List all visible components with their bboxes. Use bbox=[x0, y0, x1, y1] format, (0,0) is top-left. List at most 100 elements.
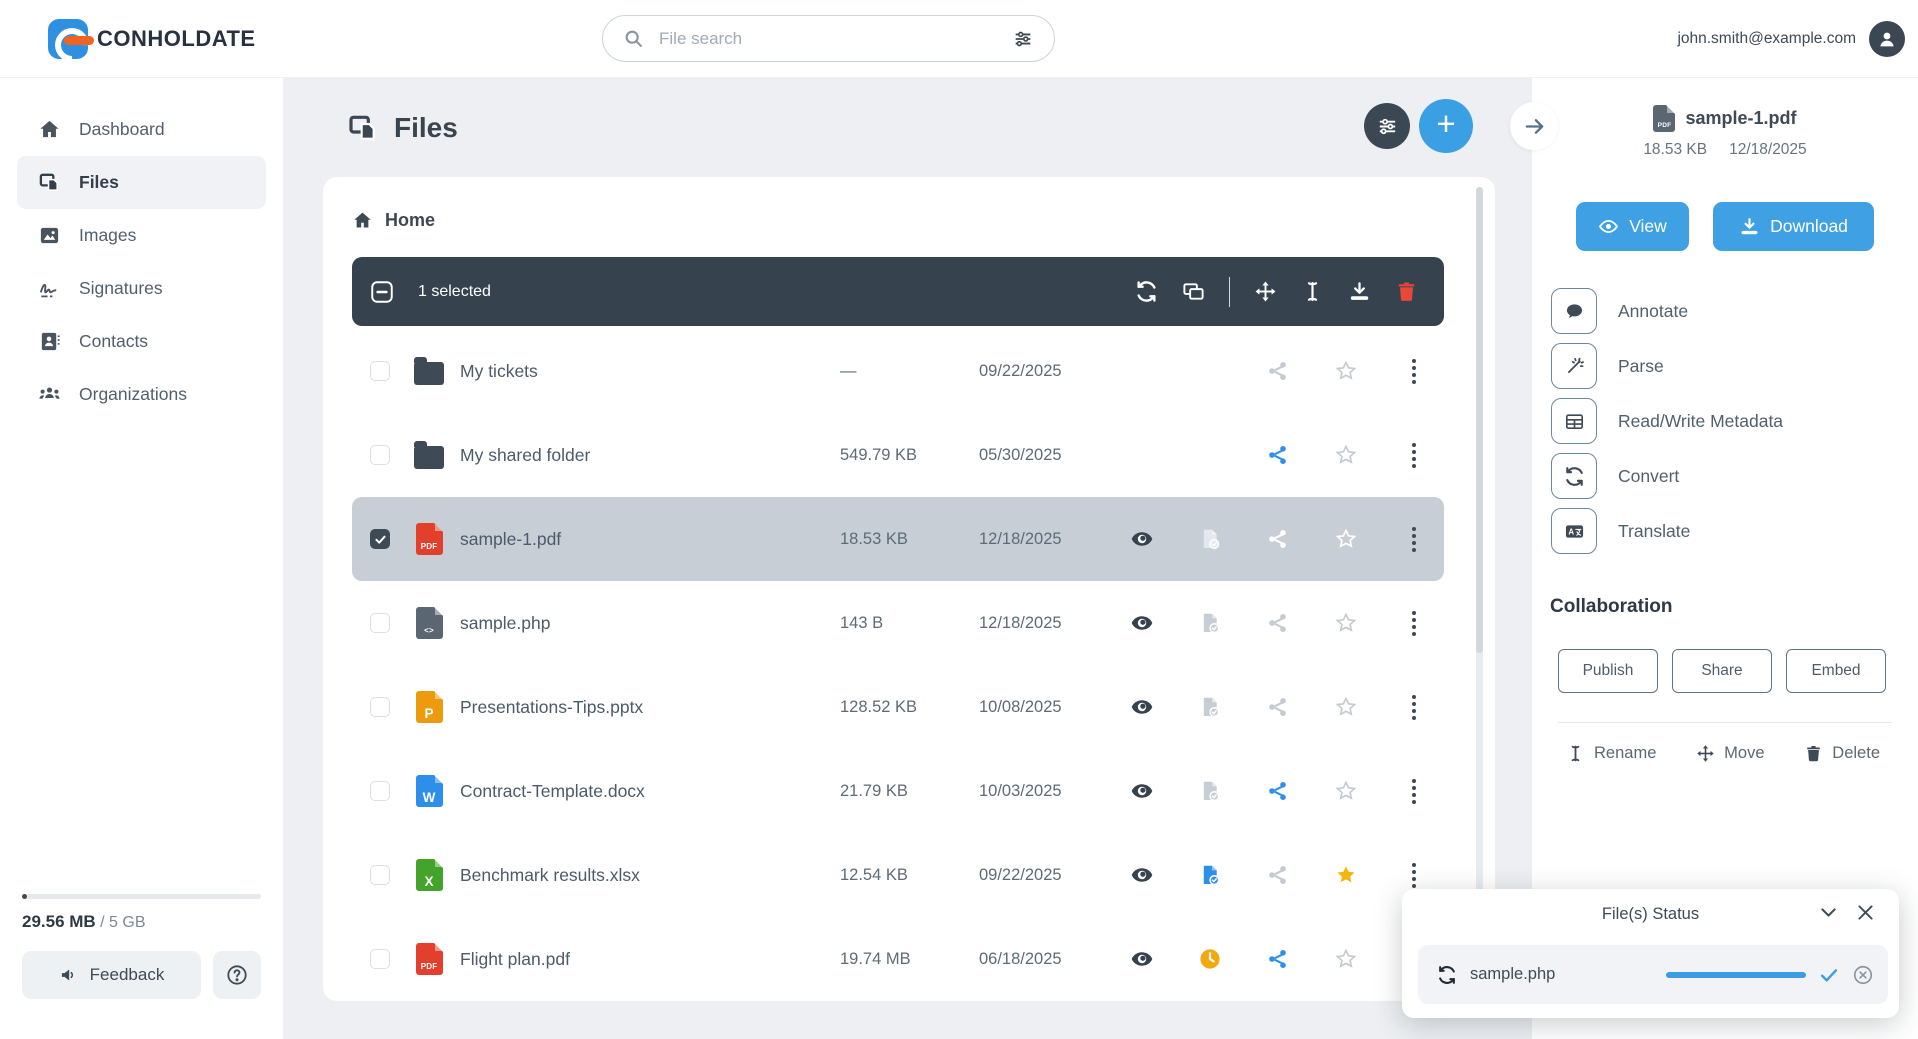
app-logo[interactable]: CONHOLDATE bbox=[48, 19, 256, 59]
table-row[interactable]: PDF sample-1.pdf 18.53 KB 12/18/2025 bbox=[352, 497, 1444, 581]
search-filter-sliders-icon[interactable] bbox=[1012, 28, 1034, 50]
toolbar-rename-icon[interactable] bbox=[1296, 275, 1329, 308]
row-checkbox[interactable] bbox=[370, 865, 390, 885]
toolbar-download-icon[interactable] bbox=[1343, 275, 1376, 308]
download-button[interactable]: Download bbox=[1713, 202, 1874, 251]
delete-action[interactable]: Delete bbox=[1804, 744, 1880, 763]
panel-action-read-write-metadata[interactable]: Read/Write Metadata bbox=[1551, 398, 1918, 444]
feedback-button[interactable]: Feedback bbox=[22, 951, 201, 999]
scrollbar-thumb[interactable] bbox=[1476, 187, 1483, 654]
more-options-icon[interactable] bbox=[1380, 435, 1448, 475]
search-input[interactable] bbox=[657, 27, 999, 50]
chevron-down-icon[interactable] bbox=[1818, 902, 1839, 923]
embed-button[interactable]: Embed bbox=[1786, 649, 1886, 693]
file-name[interactable]: Presentations-Tips.pptx bbox=[460, 697, 840, 718]
toolbar-move-icon[interactable] bbox=[1249, 275, 1282, 308]
file-name[interactable]: Flight plan.pdf bbox=[460, 949, 840, 970]
collapse-panel-button[interactable] bbox=[1510, 102, 1558, 150]
doc-status-icon[interactable] bbox=[1176, 855, 1244, 895]
toolbar-delete-icon[interactable] bbox=[1390, 275, 1423, 308]
doc-status-icon[interactable] bbox=[1176, 603, 1244, 643]
favorite-star-icon[interactable] bbox=[1312, 351, 1380, 391]
row-checkbox[interactable] bbox=[370, 445, 390, 465]
share-icon[interactable] bbox=[1244, 771, 1312, 811]
favorite-star-icon[interactable] bbox=[1312, 855, 1380, 895]
favorite-star-icon[interactable] bbox=[1312, 771, 1380, 811]
more-options-icon[interactable] bbox=[1380, 771, 1448, 811]
panel-action-convert[interactable]: Convert bbox=[1551, 453, 1918, 499]
rename-action[interactable]: Rename bbox=[1566, 744, 1656, 763]
preview-eye-icon[interactable] bbox=[1108, 939, 1176, 979]
share-button[interactable]: Share bbox=[1672, 649, 1772, 693]
more-options-icon[interactable] bbox=[1380, 687, 1448, 727]
panel-action-annotate[interactable]: Annotate bbox=[1551, 288, 1918, 334]
doc-status-icon[interactable] bbox=[1176, 771, 1244, 811]
favorite-star-icon[interactable] bbox=[1312, 939, 1380, 979]
add-file-button[interactable]: + bbox=[1419, 99, 1473, 153]
toolbar-compare-icon[interactable] bbox=[1177, 275, 1210, 308]
share-icon[interactable] bbox=[1244, 519, 1312, 559]
favorite-star-icon[interactable] bbox=[1312, 519, 1380, 559]
table-row[interactable]: P Presentations-Tips.pptx 128.52 KB 10/0… bbox=[352, 665, 1444, 749]
preview-eye-icon[interactable] bbox=[1108, 771, 1176, 811]
help-button[interactable] bbox=[213, 951, 261, 999]
share-icon[interactable] bbox=[1244, 603, 1312, 643]
preview-eye-icon[interactable] bbox=[1108, 687, 1176, 727]
sidebar-item-signatures[interactable]: Signatures bbox=[17, 262, 266, 315]
list-scrollbar[interactable] bbox=[1476, 187, 1483, 991]
sidebar-item-files[interactable]: Files bbox=[17, 156, 266, 209]
sidebar-item-organizations[interactable]: Organizations bbox=[17, 368, 266, 421]
file-name[interactable]: My tickets bbox=[460, 361, 840, 382]
preview-eye-icon[interactable] bbox=[1108, 603, 1176, 643]
favorite-star-icon[interactable] bbox=[1312, 435, 1380, 475]
more-options-icon[interactable] bbox=[1380, 351, 1448, 391]
row-checkbox[interactable] bbox=[370, 949, 390, 969]
sidebar: Dashboard Files Images Signatures Contac… bbox=[0, 78, 283, 1039]
doc-status-icon[interactable] bbox=[1176, 687, 1244, 727]
table-row[interactable]: X Benchmark results.xlsx 12.54 KB 09/22/… bbox=[352, 833, 1444, 917]
favorite-star-icon[interactable] bbox=[1312, 603, 1380, 643]
sidebar-item-contacts[interactable]: Contacts bbox=[17, 315, 266, 368]
preview-eye-icon[interactable] bbox=[1108, 519, 1176, 559]
file-name[interactable]: Benchmark results.xlsx bbox=[460, 865, 840, 886]
select-all-checkbox[interactable] bbox=[369, 279, 395, 305]
table-row[interactable]: <> sample.php 143 B 12/18/2025 bbox=[352, 581, 1444, 665]
publish-button[interactable]: Publish bbox=[1558, 649, 1658, 693]
panel-action-translate[interactable]: A Translate bbox=[1551, 508, 1918, 554]
file-name[interactable]: Contract-Template.docx bbox=[460, 781, 840, 802]
table-row[interactable]: My tickets — 09/22/2025 bbox=[352, 329, 1444, 413]
row-checkbox[interactable] bbox=[370, 697, 390, 717]
more-options-icon[interactable] bbox=[1380, 603, 1448, 643]
move-action[interactable]: Move bbox=[1696, 744, 1765, 763]
file-name[interactable]: sample.php bbox=[460, 613, 840, 634]
sidebar-item-dashboard[interactable]: Dashboard bbox=[17, 103, 266, 156]
pending-clock-icon[interactable] bbox=[1176, 939, 1244, 979]
doc-status-icon[interactable] bbox=[1176, 519, 1244, 559]
user-avatar[interactable] bbox=[1869, 21, 1905, 57]
row-checkbox[interactable] bbox=[370, 529, 390, 549]
favorite-star-icon[interactable] bbox=[1312, 687, 1380, 727]
sidebar-item-images[interactable]: Images bbox=[17, 209, 266, 262]
close-icon[interactable] bbox=[1855, 902, 1876, 923]
table-row[interactable]: PDF Flight plan.pdf 19.74 MB 06/18/2025 bbox=[352, 917, 1444, 1001]
table-row[interactable]: My shared folder 549.79 KB 05/30/2025 bbox=[352, 413, 1444, 497]
file-name[interactable]: sample-1.pdf bbox=[460, 529, 840, 550]
row-checkbox[interactable] bbox=[370, 361, 390, 381]
breadcrumb[interactable]: Home bbox=[352, 207, 1495, 233]
file-name[interactable]: My shared folder bbox=[460, 445, 840, 466]
row-checkbox[interactable] bbox=[370, 781, 390, 801]
view-button[interactable]: View bbox=[1576, 202, 1689, 251]
toolbar-refresh-icon[interactable] bbox=[1130, 275, 1163, 308]
share-icon[interactable] bbox=[1244, 855, 1312, 895]
view-settings-button[interactable] bbox=[1364, 103, 1410, 149]
panel-action-parse[interactable]: Parse bbox=[1551, 343, 1918, 389]
preview-eye-icon[interactable] bbox=[1108, 855, 1176, 895]
share-icon[interactable] bbox=[1244, 939, 1312, 979]
share-icon[interactable] bbox=[1244, 351, 1312, 391]
row-checkbox[interactable] bbox=[370, 613, 390, 633]
share-icon[interactable] bbox=[1244, 435, 1312, 475]
more-options-icon[interactable] bbox=[1380, 519, 1448, 559]
share-icon[interactable] bbox=[1244, 687, 1312, 727]
cancel-circle-icon[interactable] bbox=[1852, 964, 1874, 986]
table-row[interactable]: W Contract-Template.docx 21.79 KB 10/03/… bbox=[352, 749, 1444, 833]
